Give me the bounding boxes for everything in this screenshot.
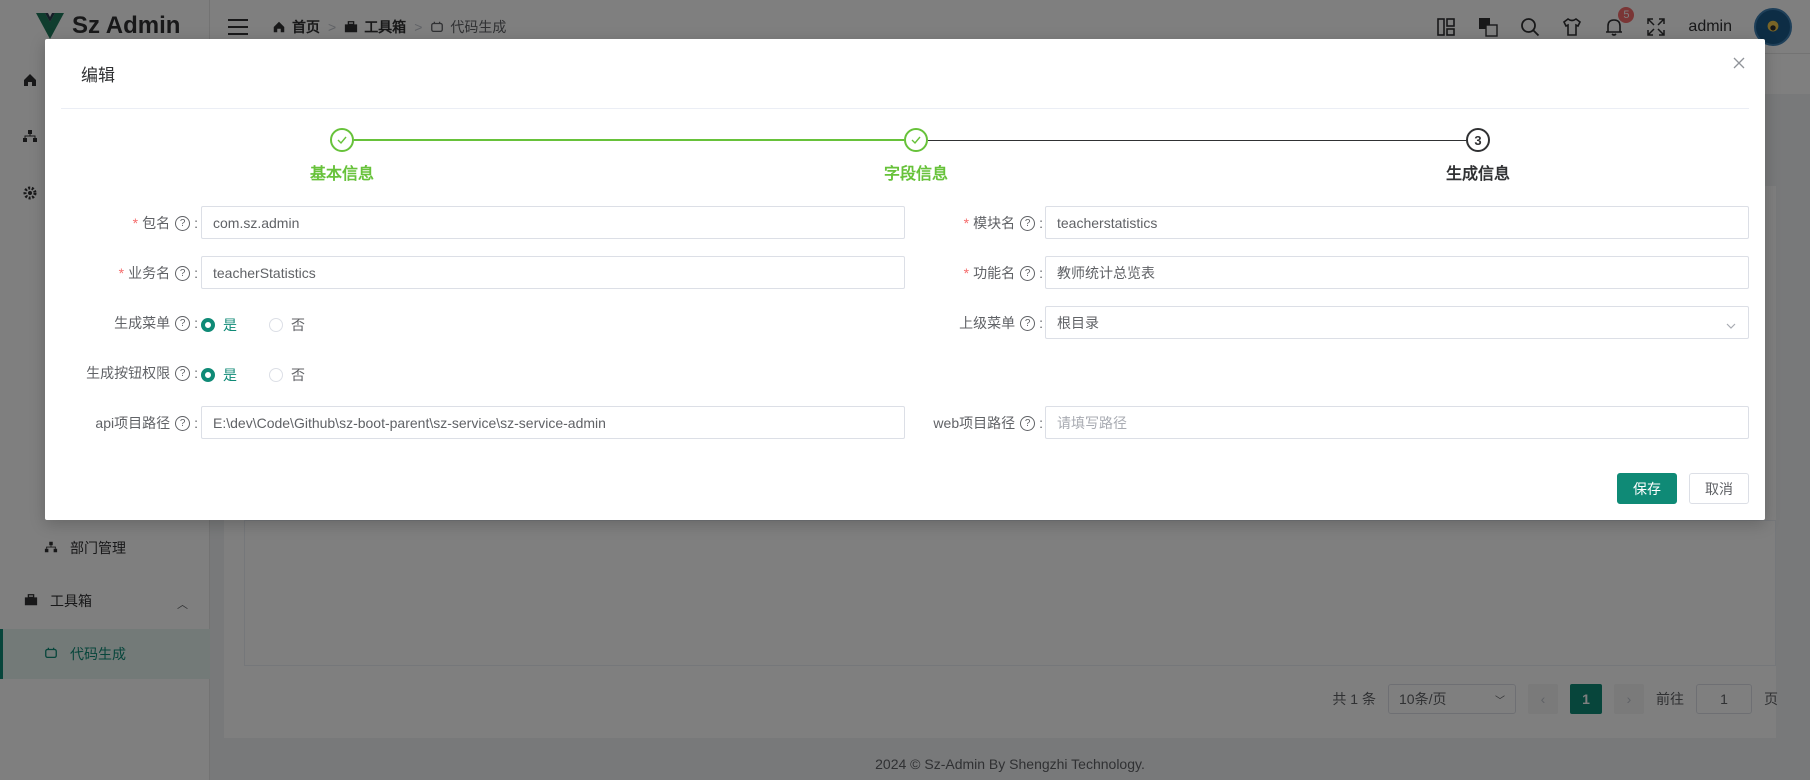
business-name-input[interactable]: teacherStatistics xyxy=(201,256,905,289)
module-name-label: * 模块名?: xyxy=(963,215,1043,231)
dialog-title: 编辑 xyxy=(81,66,115,85)
close-icon[interactable] xyxy=(1729,53,1749,73)
help-icon[interactable]: ? xyxy=(1020,415,1036,431)
parent-menu-value: 根目录 xyxy=(1057,314,1099,331)
gen-menu-yes-radio[interactable]: 是 xyxy=(201,315,237,335)
chevron-down-icon xyxy=(1726,318,1736,329)
help-icon[interactable]: ? xyxy=(1020,315,1036,331)
api-path-label: api项目路径?: xyxy=(95,415,198,431)
cancel-button[interactable]: 取消 xyxy=(1689,473,1749,504)
help-icon[interactable]: ? xyxy=(1020,265,1036,281)
step-check-icon xyxy=(330,128,354,152)
step-connector-pending xyxy=(928,140,1473,141)
gen-menu-label: 生成菜单?: xyxy=(114,315,198,331)
help-icon[interactable]: ? xyxy=(175,415,191,431)
step-label-current: 生成信息 xyxy=(1445,166,1511,183)
step-label: 基本信息 xyxy=(309,166,375,183)
edit-dialog: 编辑 基本信息 字段信息 3 生成信息 * 包名?: com.sz.admin *… xyxy=(45,39,1765,520)
parent-menu-select[interactable]: 根目录 xyxy=(1045,306,1749,339)
step-label: 字段信息 xyxy=(883,166,949,183)
gen-button-perm-yes-radio[interactable]: 是 xyxy=(201,365,237,385)
function-name-label: * 功能名?: xyxy=(963,265,1043,281)
package-name-label: * 包名?: xyxy=(132,215,198,231)
help-icon[interactable]: ? xyxy=(1020,215,1036,231)
gen-button-perm-no-radio[interactable]: 否 xyxy=(269,365,305,385)
business-name-label: * 业务名?: xyxy=(118,265,198,281)
help-icon[interactable]: ? xyxy=(175,315,191,331)
step-check-icon xyxy=(904,128,928,152)
function-name-input[interactable]: 教师统计总览表 xyxy=(1045,256,1749,289)
dialog-header: 编辑 xyxy=(61,39,1749,109)
gen-button-perm-label: 生成按钮权限?: xyxy=(86,365,198,381)
save-button[interactable]: 保存 xyxy=(1617,473,1677,504)
step-number: 3 xyxy=(1466,128,1490,152)
help-icon[interactable]: ? xyxy=(175,365,191,381)
step-connector-done xyxy=(354,139,904,141)
package-name-input[interactable]: com.sz.admin xyxy=(201,206,905,239)
help-icon[interactable]: ? xyxy=(175,215,191,231)
module-name-input[interactable]: teacherstatistics xyxy=(1045,206,1749,239)
api-path-input[interactable]: E:\dev\Code\Github\sz-boot-parent\sz-ser… xyxy=(201,406,905,439)
web-path-input[interactable]: 请填写路径 xyxy=(1045,406,1749,439)
web-path-label: web项目路径?: xyxy=(933,415,1043,431)
help-icon[interactable]: ? xyxy=(175,265,191,281)
steps: 基本信息 字段信息 3 生成信息 xyxy=(45,127,1765,183)
gen-menu-no-radio[interactable]: 否 xyxy=(269,315,305,335)
parent-menu-label: 上级菜单?: xyxy=(959,315,1043,331)
